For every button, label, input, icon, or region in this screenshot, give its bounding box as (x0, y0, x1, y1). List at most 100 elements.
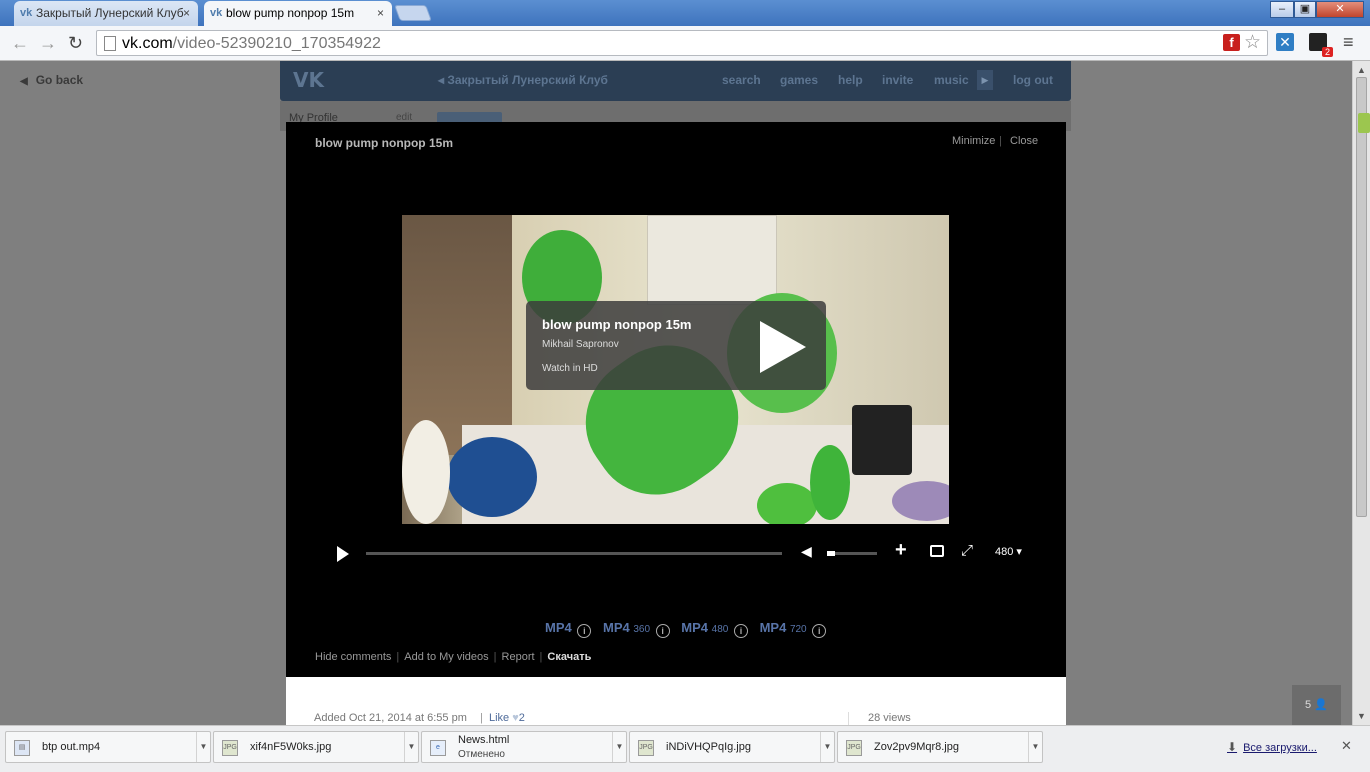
download-item[interactable]: JPG xif4nF5W0ks.jpg ▼ (213, 731, 419, 763)
window-minimize-button[interactable]: – (1270, 1, 1294, 18)
download-link[interactable]: Скачать (547, 651, 591, 663)
online-friends-button[interactable]: 5 👤 (1292, 685, 1341, 725)
info-icon[interactable]: i (655, 624, 670, 638)
progress-bar[interactable] (366, 552, 782, 555)
tab-close-icon[interactable]: × (183, 6, 190, 20)
volume-slider[interactable] (827, 551, 877, 556)
close-link[interactable]: Close (1010, 135, 1038, 147)
scroll-up-icon[interactable]: ▲ (1357, 65, 1366, 75)
add-to-my-videos-link[interactable]: Add to My videos (404, 651, 488, 663)
club-link[interactable]: ◂ Закрытый Лунерский Клуб (438, 73, 608, 87)
dropdown-arrow-icon[interactable]: ▼ (196, 732, 210, 762)
back-arrow-icon[interactable]: ← (11, 33, 29, 54)
browser-toolbar: ← → ↻ vk.com/video-52390210_170354922 f … (0, 26, 1370, 61)
like-button[interactable]: | Like ♥2 (480, 712, 525, 724)
browser-titlebar: vk Закрытый Лунерский Клуб × vk blow pum… (0, 0, 1370, 26)
info-icon[interactable]: i (733, 624, 748, 638)
volume-fill (827, 551, 835, 556)
extension-badge-icon[interactable]: 2 (1309, 33, 1333, 57)
dropdown-arrow-icon[interactable]: ▼ (612, 732, 626, 762)
chrome-menu-icon[interactable]: ≡ (1343, 32, 1354, 53)
nav-invite[interactable]: invite (882, 73, 913, 87)
format-mp4[interactable]: MP4 i (545, 620, 592, 638)
go-back-link[interactable]: ◀ Go back (20, 73, 83, 87)
tab-title: blow pump nonpop 15m (226, 6, 355, 20)
nav-logout[interactable]: log out (1013, 73, 1053, 87)
vk-logo-icon[interactable]: VK (293, 68, 327, 92)
tab-club[interactable]: vk Закрытый Лунерский Клуб × (14, 1, 198, 26)
close-downloads-icon[interactable]: ✕ (1341, 738, 1352, 754)
scroll-thumb[interactable] (1356, 77, 1367, 517)
url-text: vk.com/video-52390210_170354922 (122, 35, 381, 52)
video-file-icon: ▤ (14, 740, 30, 756)
video-actions: Hide comments | Add to My videos | Report | Ск… (315, 651, 592, 663)
reload-icon[interactable]: ↻ (68, 33, 83, 54)
jpg-file-icon: JPG (638, 740, 654, 756)
dropdown-arrow-icon[interactable]: ▼ (820, 732, 834, 762)
vk-favicon-icon: vk (20, 7, 33, 19)
info-icon[interactable]: i (577, 624, 592, 638)
tab-video[interactable]: vk blow pump nonpop 15m × (204, 1, 392, 26)
vk-header: VK ◂ Закрытый Лунерский Клуб search game… (280, 61, 1071, 101)
minimize-link[interactable]: Minimize (952, 135, 995, 147)
address-bar[interactable]: vk.com/video-52390210_170354922 f ☆ (96, 30, 1268, 56)
download-formats: MP4 i MP4 360 i MP4 480 i MP4 720 i (545, 620, 834, 638)
bookmark-star-icon[interactable]: ☆ (1244, 31, 1261, 54)
report-link[interactable]: Report (502, 651, 535, 663)
forward-arrow-icon[interactable]: → (39, 33, 57, 54)
download-arrow-icon: ⬇ (1227, 740, 1238, 754)
balloon-shape (402, 420, 450, 524)
play-icon[interactable] (337, 546, 349, 562)
balloon-shape (447, 437, 537, 517)
format-mp4-480[interactable]: MP4 480 i (681, 620, 748, 638)
all-downloads-link[interactable]: ⬇ Все загрузки... (1227, 740, 1317, 754)
window-close-button[interactable]: ✕ (1316, 1, 1364, 18)
nav-more-arrow-icon[interactable]: ▶ (977, 70, 993, 90)
dropdown-arrow-icon[interactable]: ▼ (1028, 732, 1042, 762)
scroll-down-icon[interactable]: ▼ (1357, 711, 1366, 721)
format-mp4-720[interactable]: MP4 720 i (760, 620, 827, 638)
download-item[interactable]: e News.html Отменено ▼ (421, 731, 627, 763)
video-info-overlay[interactable]: blow pump nonpop 15m Mikhail Sapronov Wa… (526, 301, 826, 390)
added-date: Added Oct 21, 2014 at 6:55 pm (314, 712, 467, 724)
nav-help[interactable]: help (838, 73, 863, 87)
big-play-icon[interactable] (760, 321, 806, 373)
tab-close-icon[interactable]: × (377, 6, 384, 20)
download-item[interactable]: JPG Zov2pv9Mqr8.jpg ▼ (837, 731, 1043, 763)
watch-in-hd-link[interactable]: Watch in HD (542, 363, 598, 374)
video-player[interactable]: blow pump nonpop 15m Mikhail Sapronov Wa… (402, 215, 949, 524)
new-tab-button[interactable] (394, 5, 432, 21)
download-item[interactable]: ▤ btp out.mp4 ▼ (5, 731, 211, 763)
page-scrollbar[interactable]: ▲ ▼ (1352, 61, 1370, 725)
back-triangle-icon: ◀ (20, 76, 28, 87)
overlay-title: blow pump nonpop 15m (542, 317, 692, 332)
info-icon[interactable]: i (812, 624, 827, 638)
loop-icon[interactable] (930, 545, 944, 557)
extension-icon[interactable]: ✕ (1276, 33, 1294, 51)
balloon-shape (810, 445, 850, 520)
hide-comments-link[interactable]: Hide comments (315, 651, 391, 663)
overlay-author-link[interactable]: Mikhail Sapronov (542, 339, 619, 350)
add-icon[interactable]: + (895, 539, 907, 562)
jpg-file-icon: JPG (846, 740, 862, 756)
volume-icon[interactable]: ◀ (801, 543, 812, 560)
views-count: 28 views (868, 712, 911, 724)
page-icon (104, 36, 116, 51)
nav-games[interactable]: games (780, 73, 818, 87)
player-controls: ◀ + ⤢ 480 ▾ (286, 539, 1066, 564)
side-widget-icon[interactable] (1358, 113, 1370, 133)
nav-music[interactable]: music (934, 73, 969, 87)
quality-select[interactable]: 480 ▾ (995, 545, 1022, 558)
window-maximize-button[interactable]: ▣ (1294, 1, 1316, 18)
downloads-bar: ▤ btp out.mp4 ▼ JPG xif4nF5W0ks.jpg ▼ e … (0, 725, 1370, 772)
fullscreen-icon[interactable]: ⤢ (961, 542, 973, 559)
dropdown-arrow-icon[interactable]: ▼ (404, 732, 418, 762)
nav-search[interactable]: search (722, 73, 761, 87)
video-title: blow pump nonpop 15m (315, 136, 453, 150)
download-item[interactable]: JPG iNDiVHQPqIg.jpg ▼ (629, 731, 835, 763)
video-lightbox: blow pump nonpop 15m Minimize | Close bl… (286, 122, 1066, 725)
flash-icon[interactable]: f (1223, 34, 1240, 51)
balloon-shape (757, 483, 817, 524)
format-mp4-360[interactable]: MP4 360 i (603, 620, 670, 638)
handbag-shape (852, 405, 912, 475)
